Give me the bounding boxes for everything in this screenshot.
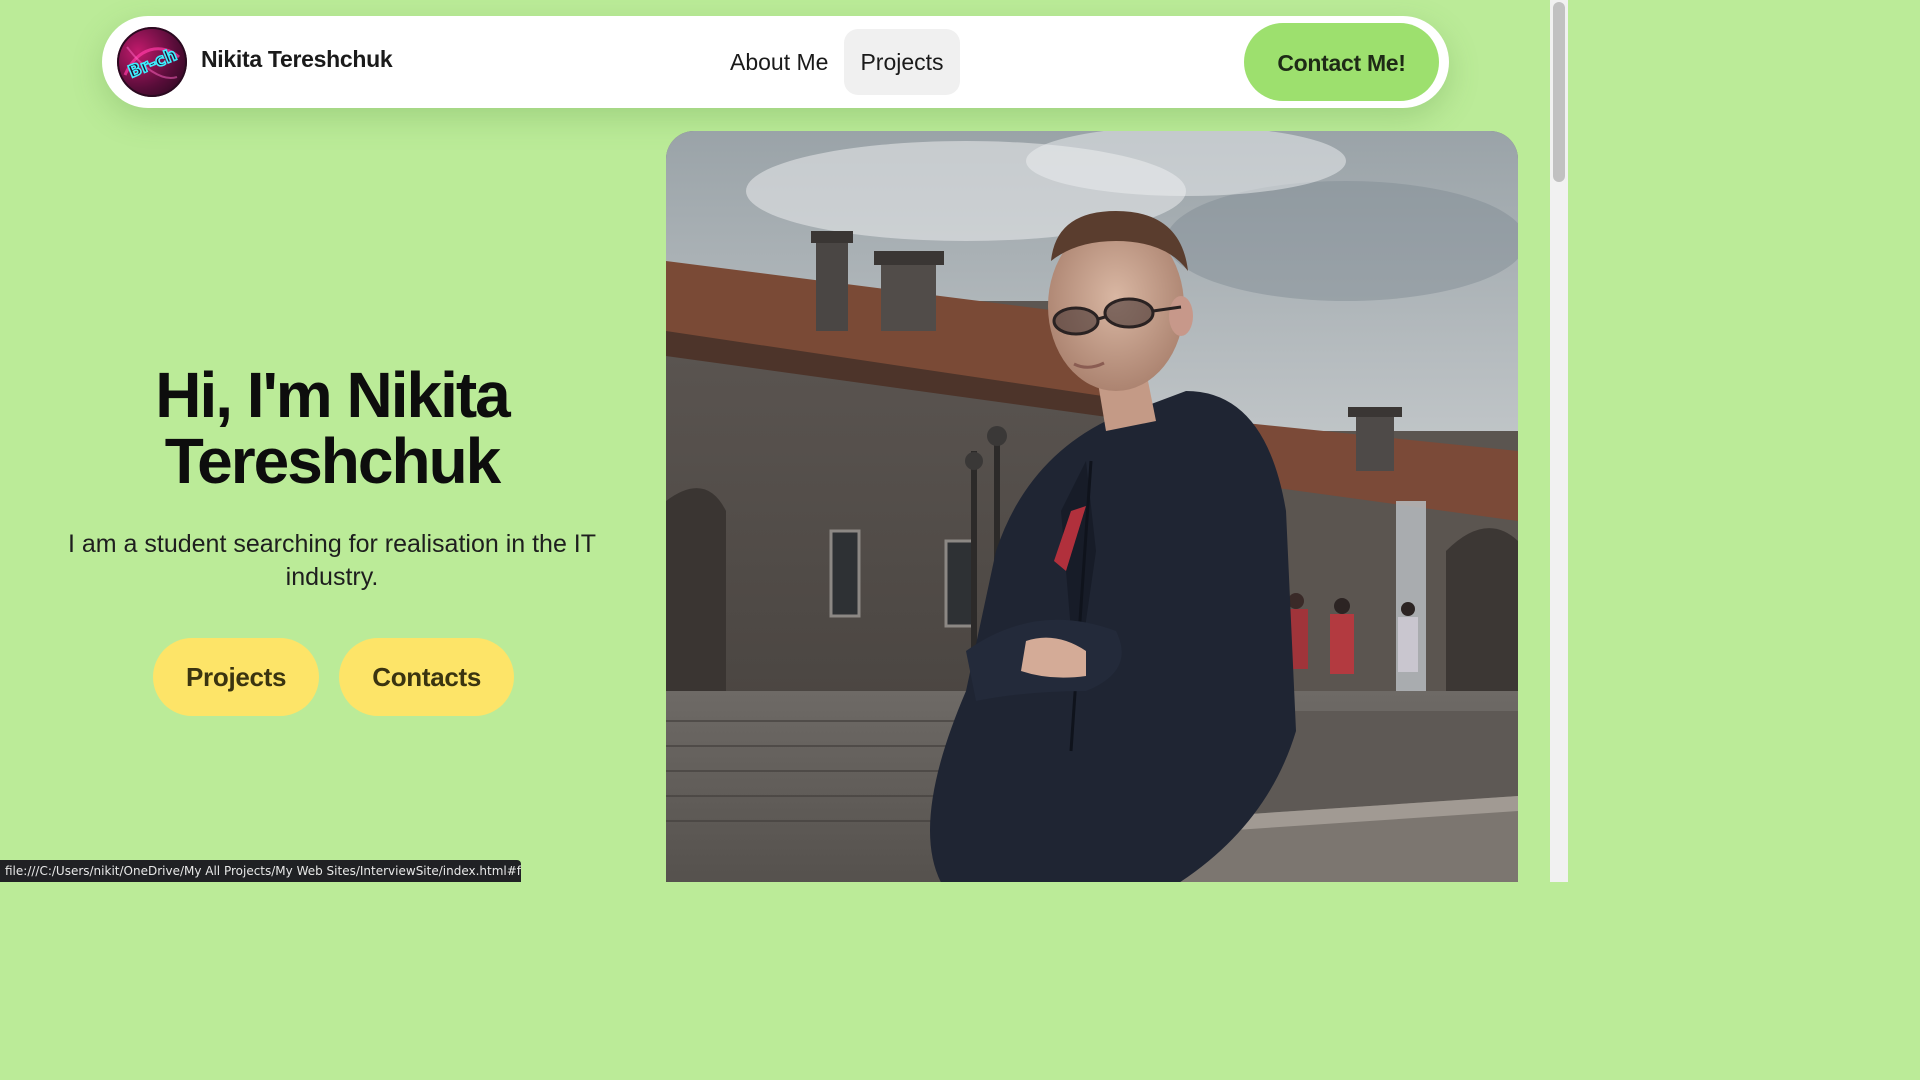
contact-me-button[interactable]: Contact Me! — [1244, 23, 1439, 101]
hero-title-line2: Tereshchuk — [164, 425, 501, 497]
hero-title: Hi, I'm Nikita Tereshchuk — [70, 362, 594, 494]
nav-link-about-me[interactable]: About Me — [714, 29, 844, 95]
profile-photo — [666, 131, 1518, 882]
nav-link-projects[interactable]: Projects — [844, 29, 960, 95]
brand-name[interactable]: Nikita Tereshchuk — [201, 46, 393, 73]
hero-buttons: Projects Contacts — [153, 638, 515, 716]
projects-button[interactable]: Projects — [153, 638, 320, 716]
contacts-button[interactable]: Contacts — [339, 638, 515, 716]
vertical-scrollbar[interactable] — [1550, 0, 1568, 882]
page: Br-ch Nikita Tereshchuk About Me Project… — [0, 0, 1568, 882]
hero-title-line1: Hi, I'm Nikita — [155, 359, 511, 431]
scrollbar-thumb[interactable] — [1553, 2, 1565, 182]
nav-links: About Me Projects — [714, 29, 960, 95]
logo-icon: Br-ch — [117, 27, 187, 97]
profile-photo-image — [666, 131, 1518, 882]
status-bar-url: file:///C:/Users/nikit/OneDrive/My All P… — [0, 860, 521, 882]
navbar: Br-ch Nikita Tereshchuk About Me Project… — [102, 16, 1449, 108]
hero-subtitle: I am a student searching for realisation… — [67, 530, 597, 591]
logo-avatar[interactable]: Br-ch — [117, 27, 187, 97]
